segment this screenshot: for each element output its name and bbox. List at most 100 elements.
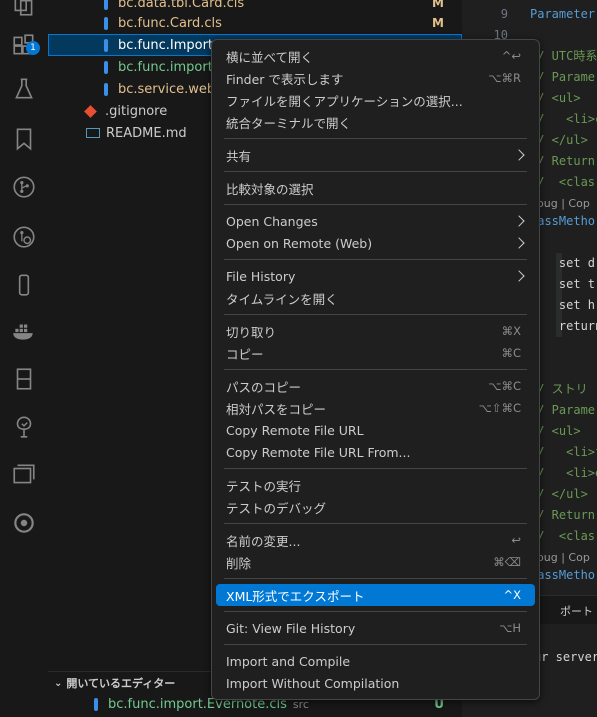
menu-item[interactable]: Copy Remote File URL From... bbox=[216, 441, 535, 463]
menu-item[interactable]: 統合ターミナルで開く bbox=[216, 111, 535, 133]
menu-separator bbox=[224, 171, 527, 172]
menu-item-label: 削除 bbox=[226, 555, 252, 571]
testing-flask-icon[interactable] bbox=[9, 74, 39, 104]
menu-item-label: Copy Remote File URL bbox=[226, 422, 364, 438]
menu-item[interactable]: XML形式でエクスポート ^X bbox=[216, 584, 535, 606]
menu-item-shortcut: ⌘C bbox=[501, 346, 521, 360]
menu-item-label: 切り取り bbox=[226, 324, 277, 340]
vscode-window: 1 bc.data.tbl.Card.cls M bc.func.Card.cl… bbox=[0, 0, 597, 717]
cls-file-icon bbox=[104, 82, 108, 96]
cls-file-icon bbox=[104, 60, 108, 74]
menu-separator bbox=[224, 314, 527, 315]
menu-separator bbox=[224, 611, 527, 612]
menu-item-shortcut: ⌥⌘C bbox=[488, 379, 521, 393]
open-editors-title: 開いているエディター bbox=[66, 677, 176, 690]
tree-icon[interactable] bbox=[9, 412, 39, 442]
menu-item-label: Git: View File History bbox=[226, 620, 356, 636]
menu-item-label: パスのコピー bbox=[226, 379, 302, 395]
menu-item-shortcut: ⌘X bbox=[501, 324, 521, 338]
git-graph-icon[interactable] bbox=[9, 222, 39, 252]
menu-item[interactable]: 名前の変更... ↩ bbox=[216, 529, 535, 551]
intersystems-icon[interactable] bbox=[9, 508, 39, 538]
menu-item-label: 相対パスをコピー bbox=[226, 401, 327, 417]
menu-separator bbox=[224, 138, 527, 139]
code-text: Parameter bbox=[530, 7, 596, 21]
menu-item-label: 共有 bbox=[226, 148, 252, 164]
menu-item[interactable]: 共有 bbox=[216, 144, 535, 166]
menu-item[interactable]: 削除 ⌘⌫ bbox=[216, 551, 535, 573]
source-control-icon[interactable] bbox=[9, 172, 39, 202]
menu-item[interactable]: ファイルを開くアプリケーションの選択... bbox=[216, 89, 535, 111]
menu-item-label: テストの実行 bbox=[226, 478, 302, 494]
chevron-right-icon bbox=[513, 270, 525, 282]
menu-item[interactable]: Open Changes bbox=[216, 210, 535, 232]
cls-file-icon bbox=[94, 697, 98, 711]
docker-icon[interactable] bbox=[9, 316, 39, 346]
menu-item[interactable]: Copy Remote File URL bbox=[216, 419, 535, 441]
chevron-right-icon bbox=[513, 149, 525, 161]
menu-item-label: テストのデバッグ bbox=[226, 500, 327, 516]
menu-item-label: Open Changes bbox=[226, 213, 318, 229]
menu-item[interactable]: コピー ⌘C bbox=[216, 342, 535, 364]
file-row[interactable]: bc.func.Card.cls M bbox=[48, 12, 462, 34]
terminal-text: ur server bbox=[534, 650, 597, 664]
file-name: bc.func.Import bbox=[118, 37, 214, 53]
menu-item[interactable]: Import Without Compilation bbox=[216, 672, 535, 694]
menu-item-shortcut: ⌥H bbox=[499, 621, 521, 635]
panel-tab-ports[interactable]: ポート bbox=[560, 603, 593, 619]
chevron-right-icon bbox=[513, 215, 525, 227]
file-name: bc.func.import bbox=[118, 59, 213, 75]
menu-item-label: XML形式でエクスポート bbox=[226, 588, 365, 604]
explorer-icon[interactable] bbox=[9, 0, 39, 20]
menu-item-label: タイムラインを開く bbox=[226, 291, 338, 307]
menu-item-label: Import Without Compilation bbox=[226, 675, 400, 691]
menu-item-shortcut: ^X bbox=[503, 588, 521, 602]
menu-item[interactable]: File History bbox=[216, 265, 535, 287]
cls-file-icon bbox=[104, 16, 108, 30]
menu-item-shortcut: ⌥⇧⌘C bbox=[478, 401, 521, 415]
chevron-down-icon: ⌄ bbox=[54, 677, 63, 689]
menu-separator bbox=[224, 369, 527, 370]
menu-separator bbox=[224, 644, 527, 645]
menu-item[interactable]: 横に並べて開く ^↩ bbox=[216, 45, 535, 67]
code-text: // <li>e bbox=[530, 466, 597, 480]
menu-separator bbox=[224, 204, 527, 205]
menu-item-label: Import and Compile bbox=[226, 653, 351, 669]
bookmark-icon[interactable] bbox=[9, 124, 39, 154]
cls-file-icon bbox=[104, 0, 108, 10]
menu-item-label: 比較対象の選択 bbox=[226, 181, 314, 197]
menu-item[interactable]: 切り取り ⌘X bbox=[216, 320, 535, 342]
menu-item-shortcut: ^↩ bbox=[501, 49, 521, 63]
file-name: bc.data.tbl.Card.cls bbox=[118, 0, 245, 11]
cls-file-icon bbox=[104, 38, 108, 52]
code-text: // <li>c bbox=[530, 112, 597, 126]
menu-item[interactable]: Finder で表示します ⌥⌘R bbox=[216, 67, 535, 89]
menu-item[interactable]: テストのデバッグ bbox=[216, 496, 535, 518]
menu-item[interactable]: テストの実行 bbox=[216, 474, 535, 496]
menu-item[interactable]: Import and Compile bbox=[216, 650, 535, 672]
menu-item[interactable]: 相対パスをコピー ⌥⇧⌘C bbox=[216, 397, 535, 419]
file-name: .gitignore bbox=[105, 103, 168, 119]
menu-separator bbox=[224, 523, 527, 524]
menu-item[interactable]: パスのコピー ⌥⌘C bbox=[216, 375, 535, 397]
code-text: return bbox=[530, 319, 597, 333]
menu-item[interactable]: Git: View File History ⌥H bbox=[216, 617, 535, 639]
menu-item-label: 横に並べて開く bbox=[226, 49, 314, 65]
menu-item-label: Open on Remote (Web) bbox=[226, 235, 373, 251]
remote-icon[interactable] bbox=[9, 270, 39, 300]
gitignore-icon bbox=[84, 104, 97, 118]
menu-item[interactable]: タイムラインを開く bbox=[216, 287, 535, 309]
menu-item[interactable]: 比較対象の選択 bbox=[216, 177, 535, 199]
server-manager-icon[interactable] bbox=[9, 364, 39, 394]
menu-item-shortcut: ⌥⌘R bbox=[488, 71, 521, 85]
menu-item-label: Copy Remote File URL From... bbox=[226, 444, 411, 460]
markdown-icon bbox=[86, 128, 100, 138]
menu-item-label: 統合ターミナルで開く bbox=[226, 115, 352, 131]
chevron-right-icon bbox=[513, 237, 525, 249]
file-name: README.md bbox=[106, 125, 187, 141]
windows-icon[interactable] bbox=[9, 460, 39, 490]
line-number: 9 bbox=[500, 7, 508, 21]
git-status-modified: M bbox=[432, 0, 444, 10]
menu-item[interactable]: Open on Remote (Web) bbox=[216, 232, 535, 254]
code-line: 9 Parameter bbox=[462, 4, 595, 25]
